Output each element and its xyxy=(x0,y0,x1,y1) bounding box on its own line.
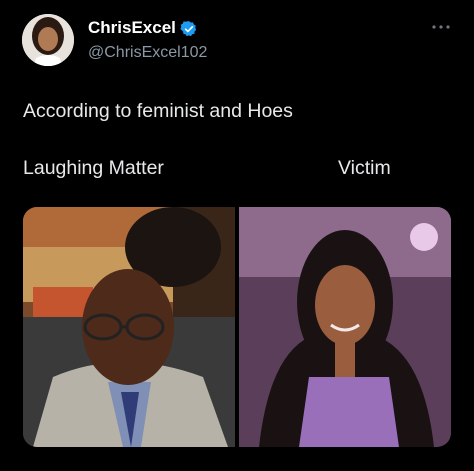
avatar-image xyxy=(22,14,74,66)
verified-badge-icon xyxy=(180,21,197,37)
more-options-icon[interactable] xyxy=(430,20,452,34)
handle[interactable]: @ChrisExcel102 xyxy=(88,44,207,62)
right-caption: Victim xyxy=(338,157,391,179)
media-image-left[interactable] xyxy=(23,207,235,447)
avatar[interactable] xyxy=(22,14,74,66)
display-name[interactable]: ChrisExcel xyxy=(88,18,176,38)
woman-portrait-photo xyxy=(239,207,451,447)
media-image-right[interactable] xyxy=(239,207,451,447)
tweet-text: According to feminist and Hoes xyxy=(23,100,293,122)
left-caption: Laughing Matter xyxy=(23,157,164,179)
courtroom-man-photo xyxy=(23,207,235,447)
